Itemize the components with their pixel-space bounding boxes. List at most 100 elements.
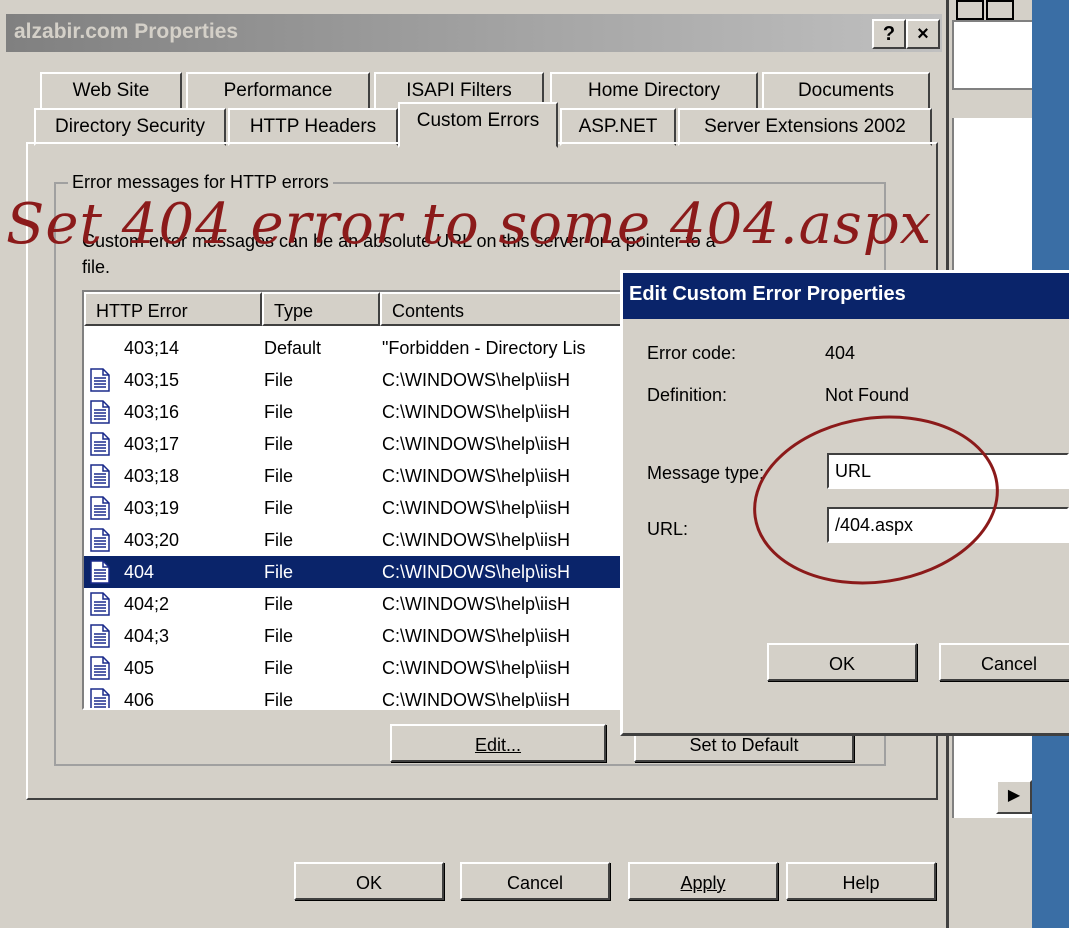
document-icon	[90, 592, 110, 616]
tab-home-directory[interactable]: Home Directory	[550, 72, 758, 110]
edit-button[interactable]: Edit...	[390, 724, 606, 762]
cell-http-error: 403;17	[124, 434, 180, 454]
column-header-contents[interactable]: Contents	[380, 292, 644, 326]
title-bar: alzabir.com Properties ? ×	[6, 14, 942, 52]
cell-http-error: 403;18	[124, 466, 180, 486]
cell-type: File	[264, 594, 294, 614]
edit-ok-button[interactable]: OK	[767, 643, 917, 681]
error-code-label: Error code:	[647, 343, 737, 363]
cell-contents: C:\WINDOWS\help\iisH	[382, 562, 571, 582]
table-row[interactable]: 403;15 File C:\WINDOWS\help\iisH	[84, 364, 644, 396]
cell-http-error: 404;3	[124, 626, 170, 646]
cell-type: File	[264, 658, 294, 678]
tab-performance[interactable]: Performance	[186, 72, 370, 110]
group-label: Error messages for HTTP errors	[68, 172, 333, 193]
cell-contents: C:\WINDOWS\help\iisH	[382, 690, 571, 710]
cell-http-error: 406	[124, 690, 155, 710]
url-input[interactable]: /404.aspx	[827, 507, 1069, 543]
document-icon	[90, 528, 110, 552]
cell-http-error: 403;15	[124, 370, 180, 390]
cell-type: File	[264, 402, 294, 422]
annotation-text: Set 404 error to some 404.aspx	[6, 192, 933, 257]
tab-custom-errors[interactable]: Custom Errors	[398, 102, 558, 148]
definition-label: Definition:	[647, 385, 728, 405]
table-row[interactable]: 403;17 File C:\WINDOWS\help\iisH	[84, 428, 644, 460]
cell-contents: C:\WINDOWS\help\iisH	[382, 658, 571, 678]
document-icon	[90, 688, 110, 708]
cell-http-error: 403;20	[124, 530, 180, 550]
edit-custom-error-dialog: Edit Custom Error Properties Error code:…	[620, 270, 1069, 736]
cell-http-error: 405	[124, 658, 155, 678]
message-type-label: Message type:	[647, 463, 765, 483]
cell-contents: C:\WINDOWS\help\iisH	[382, 626, 571, 646]
cell-type: File	[264, 690, 294, 710]
apply-button[interactable]: Apply	[628, 862, 778, 900]
window-title: alzabir.com Properties	[14, 20, 239, 43]
cell-contents: C:\WINDOWS\help\iisH	[382, 402, 571, 422]
cell-http-error: 403;19	[124, 498, 180, 518]
tab-asp-net[interactable]: ASP.NET	[560, 108, 676, 146]
table-row[interactable]: 403;19 File C:\WINDOWS\help\iisH	[84, 492, 644, 524]
table-row[interactable]: 403;14 Default "Forbidden - Directory Lis	[84, 332, 644, 364]
close-icon[interactable]: ×	[906, 19, 940, 49]
error-code-value: 404	[825, 343, 856, 363]
cell-http-error: 403;14	[124, 338, 180, 358]
set-to-default-label: Set to Default	[689, 735, 799, 755]
cell-type: File	[264, 434, 294, 454]
cell-contents: C:\WINDOWS\help\iisH	[382, 498, 571, 518]
document-icon	[90, 432, 110, 456]
apply-button-label: Apply	[680, 873, 726, 893]
tab-http-headers[interactable]: HTTP Headers	[228, 108, 398, 146]
cell-type: File	[264, 370, 294, 390]
cell-contents: "Forbidden - Directory Lis	[382, 338, 586, 358]
cell-type: File	[264, 498, 294, 518]
cell-type: File	[264, 626, 294, 646]
edit-cancel-button[interactable]: Cancel	[939, 643, 1069, 681]
table-row[interactable]: 403;18 File C:\WINDOWS\help\iisH	[84, 460, 644, 492]
document-icon	[90, 368, 110, 392]
message-type-select[interactable]: URL	[827, 453, 1069, 489]
edit-button-label: Edit...	[474, 735, 522, 755]
cell-type: File	[264, 466, 294, 486]
document-icon	[90, 400, 110, 424]
cell-http-error: 404;2	[124, 594, 170, 614]
edit-dialog-title-bar: Edit Custom Error Properties	[623, 273, 1069, 319]
cell-http-error: 403;16	[124, 402, 180, 422]
cell-contents: C:\WINDOWS\help\iisH	[382, 466, 571, 486]
tab-directory-security[interactable]: Directory Security	[34, 108, 226, 146]
cell-contents: C:\WINDOWS\help\iisH	[382, 370, 571, 390]
table-row[interactable]: 404;3 File C:\WINDOWS\help\iisH	[84, 620, 644, 652]
document-icon	[90, 496, 110, 520]
help-button[interactable]: Help	[786, 862, 936, 900]
table-row[interactable]: 404 File C:\WINDOWS\help\iisH	[84, 556, 644, 588]
document-icon	[90, 624, 110, 648]
tab-server-extensions[interactable]: Server Extensions 2002	[678, 108, 932, 146]
scroll-right-button[interactable]: ▶	[996, 780, 1032, 814]
ok-button[interactable]: OK	[294, 862, 444, 900]
cell-contents: C:\WINDOWS\help\iisH	[382, 530, 571, 550]
definition-value: Not Found	[825, 385, 910, 405]
cell-contents: C:\WINDOWS\help\iisH	[382, 434, 571, 454]
column-header-type[interactable]: Type	[262, 292, 380, 326]
cell-type: File	[264, 530, 294, 550]
url-label: URL:	[647, 519, 689, 539]
table-row[interactable]: 406 File C:\WINDOWS\help\iisH	[84, 684, 644, 710]
table-row[interactable]: 404;2 File C:\WINDOWS\help\iisH	[84, 588, 644, 620]
edit-dialog-title: Edit Custom Error Properties	[629, 283, 906, 305]
background-window-buttons	[956, 0, 1026, 20]
cell-http-error: 404	[124, 562, 155, 582]
document-icon	[90, 656, 110, 680]
document-icon	[90, 464, 110, 488]
background-panel	[952, 20, 1034, 90]
document-icon	[90, 560, 110, 584]
tab-web-site[interactable]: Web Site	[40, 72, 182, 110]
help-icon[interactable]: ?	[872, 19, 906, 49]
table-row[interactable]: 403;20 File C:\WINDOWS\help\iisH	[84, 524, 644, 556]
tab-documents[interactable]: Documents	[762, 72, 930, 110]
column-header-http-error[interactable]: HTTP Error	[84, 292, 262, 326]
table-row[interactable]: 403;16 File C:\WINDOWS\help\iisH	[84, 396, 644, 428]
http-error-list[interactable]: HTTP Error Type Contents 403;14 Default "F…	[82, 290, 646, 710]
cancel-button[interactable]: Cancel	[460, 862, 610, 900]
table-row[interactable]: 405 File C:\WINDOWS\help\iisH	[84, 652, 644, 684]
cell-type: Default	[264, 338, 322, 358]
